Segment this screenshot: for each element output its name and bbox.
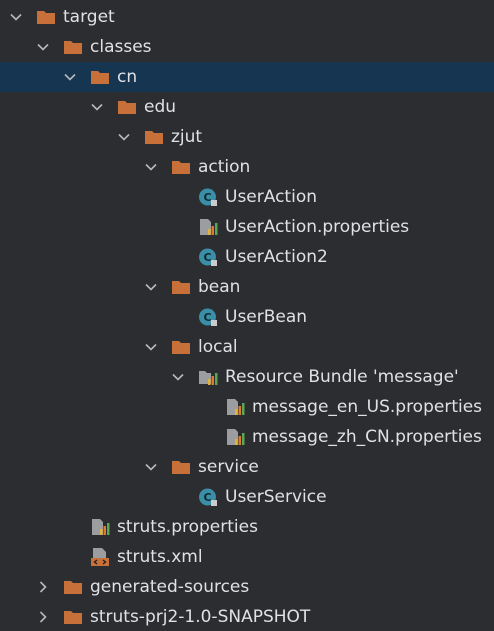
tree-item-bean[interactable]: bean: [0, 272, 494, 302]
tree-item-edu[interactable]: edu: [0, 92, 494, 122]
tree-item-resource-bundle[interactable]: Resource Bundle 'message': [0, 362, 494, 392]
chevron-down-icon[interactable]: [143, 159, 159, 175]
chevron-down-icon[interactable]: [170, 369, 186, 385]
tree-item-label: UserService: [225, 487, 327, 507]
tree-item-service[interactable]: service: [0, 452, 494, 482]
tree-item-local[interactable]: local: [0, 332, 494, 362]
chevron-down-icon[interactable]: [143, 279, 159, 295]
tree-item-label: struts.xml: [117, 547, 203, 567]
chevron-right-icon[interactable]: [35, 609, 51, 625]
tree-item-label: zjut: [171, 127, 203, 147]
tree-item-userservice[interactable]: C UserService: [0, 482, 494, 512]
tree-item-label: action: [198, 157, 251, 177]
tree-item-cn[interactable]: cn: [0, 62, 494, 92]
properties-file-icon: [225, 397, 245, 417]
tree-item-struts-xml[interactable]: struts.xml: [0, 542, 494, 572]
tree-item-label: UserAction: [225, 187, 317, 207]
tree-item-label: target: [63, 7, 115, 27]
tree-item-useraction[interactable]: C UserAction: [0, 182, 494, 212]
chevron-down-icon[interactable]: [143, 339, 159, 355]
tree-item-zjut[interactable]: zjut: [0, 122, 494, 152]
chevron-down-icon[interactable]: [89, 99, 105, 115]
svg-text:C: C: [203, 251, 211, 264]
xml-file-icon: [90, 547, 110, 567]
tree-item-message-zh-cn[interactable]: message_zh_CN.properties: [0, 422, 494, 452]
tree-item-label: UserAction2: [225, 247, 328, 267]
tree-item-classes[interactable]: classes: [0, 32, 494, 62]
tree-item-label: local: [198, 337, 238, 357]
project-tree: target classes cn edu zjut action C User…: [0, 0, 494, 631]
tree-item-label: struts-prj2-1.0-SNAPSHOT: [90, 607, 311, 627]
chevron-down-icon[interactable]: [116, 129, 132, 145]
svg-text:C: C: [203, 191, 211, 204]
tree-item-label: cn: [117, 67, 138, 87]
folder-icon: [63, 577, 83, 597]
tree-item-label: UserAction.properties: [225, 217, 410, 237]
svg-text:C: C: [203, 491, 211, 504]
tree-item-label: UserBean: [225, 307, 308, 327]
folder-icon: [171, 157, 191, 177]
tree-item-label: Resource Bundle 'message': [225, 367, 459, 387]
properties-file-icon: [198, 217, 218, 237]
folder-icon: [36, 7, 56, 27]
tree-item-userbean[interactable]: C UserBean: [0, 302, 494, 332]
folder-icon: [171, 277, 191, 297]
tree-item-generated-sources[interactable]: generated-sources: [0, 572, 494, 602]
chevron-down-icon[interactable]: [143, 459, 159, 475]
tree-item-action[interactable]: action: [0, 152, 494, 182]
svg-text:C: C: [203, 311, 211, 324]
java-class-icon: C: [198, 187, 218, 207]
folder-icon: [63, 607, 83, 627]
java-class-icon: C: [198, 487, 218, 507]
resource-bundle-icon: [198, 367, 218, 387]
tree-item-useraction2[interactable]: C UserAction2: [0, 242, 494, 272]
tree-item-label: struts.properties: [117, 517, 258, 537]
folder-icon: [117, 97, 137, 117]
java-class-icon: C: [198, 247, 218, 267]
tree-item-label: message_zh_CN.properties: [252, 427, 482, 447]
tree-item-label: message_en_US.properties: [252, 397, 483, 417]
tree-item-struts-properties[interactable]: struts.properties: [0, 512, 494, 542]
tree-item-target[interactable]: target: [0, 2, 494, 32]
properties-file-icon: [90, 517, 110, 537]
chevron-right-icon[interactable]: [35, 579, 51, 595]
tree-item-useraction-properties[interactable]: UserAction.properties: [0, 212, 494, 242]
chevron-down-icon[interactable]: [35, 39, 51, 55]
folder-icon: [144, 127, 164, 147]
java-class-icon: C: [198, 307, 218, 327]
folder-icon: [90, 67, 110, 87]
chevron-down-icon[interactable]: [8, 9, 24, 25]
tree-item-label: generated-sources: [90, 577, 250, 597]
tree-item-label: classes: [90, 37, 152, 57]
tree-item-label: service: [198, 457, 259, 477]
properties-file-icon: [225, 427, 245, 447]
folder-icon: [171, 337, 191, 357]
tree-item-struts-prj2-snapshot[interactable]: struts-prj2-1.0-SNAPSHOT: [0, 602, 494, 631]
tree-item-label: bean: [198, 277, 241, 297]
chevron-down-icon[interactable]: [62, 69, 78, 85]
tree-item-message-en-us[interactable]: message_en_US.properties: [0, 392, 494, 422]
tree-item-label: edu: [144, 97, 177, 117]
folder-icon: [63, 37, 83, 57]
folder-icon: [171, 457, 191, 477]
